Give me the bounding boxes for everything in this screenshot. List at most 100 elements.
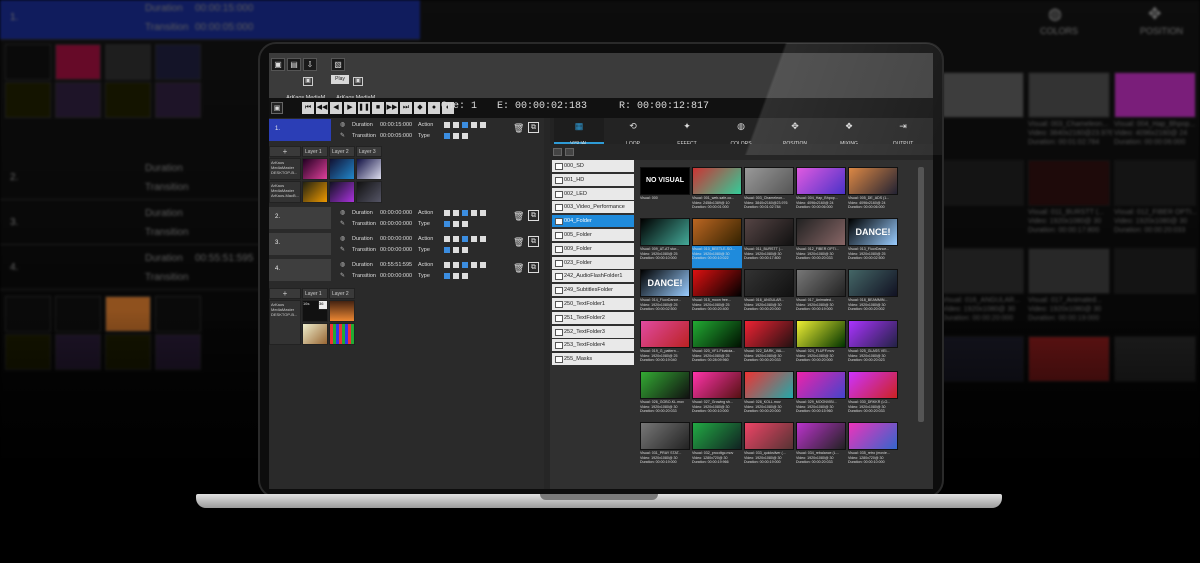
duration-value[interactable]: 00:00:00:000 — [380, 210, 412, 216]
action-button[interactable] — [462, 210, 468, 216]
duplicate-icon[interactable]: ⧉ — [528, 210, 539, 221]
action-button[interactable] — [462, 262, 468, 268]
layer-thumbnail[interactable] — [302, 181, 328, 203]
visual-thumbnail[interactable]: Visual: 001_web-safe-co... Video: 2458x13… — [692, 167, 742, 217]
trash-icon[interactable]: 🗑 — [513, 237, 524, 247]
action-button[interactable] — [453, 122, 459, 128]
folder-item[interactable]: 255_Masks — [552, 353, 634, 366]
folder-item[interactable]: 251_TextFolder2 — [552, 311, 634, 324]
visual-thumbnail[interactable]: Visual: 011_BURSTT (... Video: 1920x1080@… — [744, 218, 794, 268]
tab-colors[interactable]: ◍COLORS — [716, 118, 766, 147]
visual-thumbnail[interactable]: NO VISUAL Visual: 000 — [640, 167, 690, 217]
layer-thumbnail[interactable] — [329, 158, 355, 180]
folder-item[interactable]: 023_Folder — [552, 256, 634, 269]
action-button[interactable] — [471, 262, 477, 268]
layer-header[interactable]: Layer 3 — [356, 146, 382, 157]
transport-button[interactable]: ■ — [372, 102, 384, 114]
visual-thumbnail[interactable]: DANCE! Visual: 013_FluorDance... Video: 19… — [848, 218, 898, 268]
action-button[interactable] — [453, 262, 459, 268]
visual-thumbnail[interactable]: Visual: 025_GLASS VEI... Video: 1920x1080… — [848, 320, 898, 370]
action-button[interactable] — [471, 210, 477, 216]
visual-thumbnail[interactable]: Visual: 009_AT-AT stor... Video: 1920x108… — [640, 218, 690, 268]
type-button[interactable] — [444, 247, 450, 253]
open-icon[interactable]: ▤ — [287, 58, 301, 71]
folder-item[interactable]: 000_SD — [552, 160, 634, 172]
action-button[interactable] — [471, 236, 477, 242]
tab-effect[interactable]: ✦EFFECT — [662, 118, 712, 147]
action-button[interactable] — [480, 122, 486, 128]
action-button[interactable] — [444, 236, 450, 242]
action-button[interactable] — [444, 262, 450, 268]
action-button[interactable] — [453, 210, 459, 216]
type-button[interactable] — [444, 273, 450, 279]
export-icon[interactable]: ⇩ — [303, 58, 317, 71]
folder-item[interactable]: 250_TextFolder1 — [552, 298, 634, 310]
action-button[interactable] — [462, 236, 468, 242]
tab-position[interactable]: ✥POSITION — [770, 118, 820, 147]
transition-value[interactable]: 00:00:00:000 — [380, 247, 412, 253]
visual-thumbnail[interactable]: Visual: 035_retro (movie... Video: 1280x7… — [848, 422, 898, 472]
duplicate-icon[interactable]: ⧉ — [528, 236, 539, 247]
visual-thumbnail[interactable]: Visual: 026_GOBO-KL.mov Video: 1920x1080@… — [640, 371, 690, 421]
type-button[interactable] — [444, 133, 450, 139]
layer-thumbnail[interactable] — [329, 300, 355, 322]
list-view-icon[interactable] — [565, 148, 574, 156]
visual-thumbnail[interactable]: Visual: 022_DARK_VAL... Video: 1920x1080@… — [744, 320, 794, 370]
transition-value[interactable]: 00:00:00:000 — [380, 221, 412, 227]
visual-thumbnail[interactable]: Visual: 030_DRKKR (LO... Video: 1920x1080… — [848, 371, 898, 421]
visual-thumbnail[interactable]: Visual: 016_ANGULAR... Video: 1920x1080@ … — [744, 269, 794, 319]
cue-row[interactable]: 3. ◍ ✎ Duration 00:00:00:000 Transition 00:00:… — [269, 233, 544, 257]
action-button[interactable] — [471, 122, 477, 128]
transport-button[interactable]: ◀◀ — [316, 102, 328, 114]
transport-button[interactable]: ⏮ — [302, 102, 314, 114]
folder-item[interactable]: 003_Video_Performance — [552, 201, 634, 214]
duration-value[interactable]: 00:00:15:000 — [380, 122, 412, 128]
layer-header[interactable]: Layer 2 — [329, 146, 355, 157]
visual-thumbnail[interactable]: Visual: 012_FIBER OPTI... Video: 1920x108… — [796, 218, 846, 268]
tab-mixing[interactable]: ❖MIXING — [824, 118, 874, 147]
transport-button[interactable]: ◀ — [330, 102, 342, 114]
visual-thumbnail[interactable]: Visual: 017_Animated... Video: 1920x1080@… — [796, 269, 846, 319]
type-button[interactable] — [462, 247, 468, 253]
action-button[interactable] — [453, 236, 459, 242]
visual-thumbnail[interactable]: Visual: 031_PRAY STAT... Video: 1920x1080… — [640, 422, 690, 472]
type-button[interactable] — [462, 273, 468, 279]
folder-item[interactable]: 005_Folder — [552, 229, 634, 241]
cue-row[interactable]: 4. ◍ ✎ Duration 00:55:51:595 Transition 00:00:… — [269, 259, 544, 283]
visual-thumbnail[interactable]: Visual: 032_procdtgc.mov Video: 1280x720@… — [692, 422, 742, 472]
folder-item[interactable]: 253_TextFolder4 — [552, 339, 634, 352]
layer-header[interactable]: Layer 1 — [302, 288, 328, 299]
add-layer-button[interactable]: + — [269, 288, 301, 299]
transport-button[interactable]: ● — [428, 102, 440, 114]
duration-value[interactable]: 00:00:00:000 — [380, 236, 412, 242]
layer-thumbnail[interactable] — [329, 181, 355, 203]
transport-button[interactable]: ▶ — [344, 102, 356, 114]
visual-thumbnail[interactable]: Visual: 033_quicksilver (... Video: 1920x… — [744, 422, 794, 472]
cue-row[interactable]: 1. ◍ ✎ Duration 00:00:15:000 Transition 00:00:… — [269, 119, 544, 143]
visual-thumbnail[interactable]: Visual: 027_Growing sh... Video: 1920x108… — [692, 371, 742, 421]
action-button[interactable] — [444, 210, 450, 216]
trash-icon[interactable]: 🗑 — [513, 263, 524, 273]
layer-thumbnail[interactable] — [356, 181, 382, 203]
visual-thumbnail[interactable]: Visual: 015_moon free... Video: 1920x1080… — [692, 269, 742, 319]
visual-thumbnail[interactable]: Visual: 005_DE_ADS (1... Video: 4096x2160… — [848, 167, 898, 217]
visual-thumbnail[interactable]: Visual: 004_Hap_Bhpop... Video: 4096x2160… — [796, 167, 846, 217]
folder-item[interactable]: 249_SubtitlesFolder — [552, 284, 634, 297]
add-layer-button[interactable]: + — [269, 146, 301, 157]
visual-thumbnail[interactable]: Visual: 010_BEETLE-SO... Video: 1920x1080… — [692, 218, 742, 268]
layer-thumbnail[interactable] — [329, 323, 355, 345]
action-button[interactable] — [480, 262, 486, 268]
duplicate-icon[interactable]: ⧉ — [528, 122, 539, 133]
layer-header[interactable]: Layer 2 — [329, 288, 355, 299]
visual-thumbnail[interactable]: Visual: 003_Chameleon... Video: 3840x2160… — [744, 167, 794, 217]
tab-output[interactable]: ⇥OUTPUT — [878, 118, 928, 147]
action-button[interactable] — [480, 236, 486, 242]
cue-number[interactable]: 4. — [269, 259, 331, 281]
layer-header[interactable]: Layer 1 — [302, 146, 328, 157]
play-mode-icon[interactable]: ▧ — [331, 58, 345, 71]
action-button[interactable] — [480, 210, 486, 216]
type-button[interactable] — [453, 221, 459, 227]
cue-number[interactable]: 1. — [269, 119, 331, 141]
visual-thumbnail[interactable]: Visual: 028_KOLL.mov Video: 1920x1080@ 30… — [744, 371, 794, 421]
layer-thumbnail[interactable] — [302, 158, 328, 180]
